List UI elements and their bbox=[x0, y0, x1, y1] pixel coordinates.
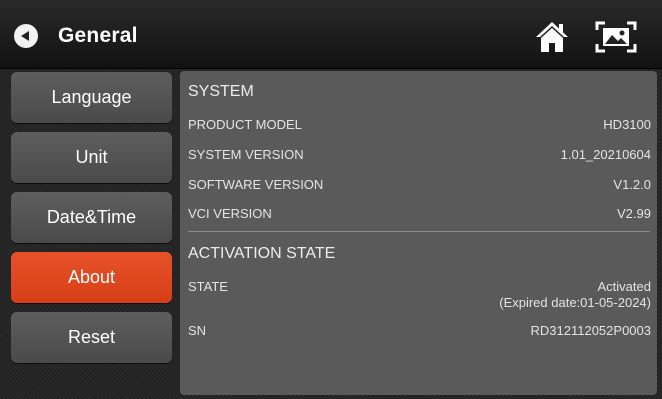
sidebar-item-date-time[interactable]: Date&Time bbox=[11, 192, 172, 243]
sidebar-item-label: Unit bbox=[75, 147, 108, 167]
system-version-label: SYSTEM VERSION bbox=[188, 147, 304, 162]
sidebar-item-unit[interactable]: Unit bbox=[11, 132, 172, 183]
back-arrow-icon[interactable] bbox=[14, 24, 38, 48]
sn-value: RD312112052P0003 bbox=[530, 323, 651, 338]
top-bar: General bbox=[0, 0, 662, 69]
section-divider bbox=[188, 231, 650, 232]
sidebar-item-label: About bbox=[67, 267, 116, 287]
screenshot-icon[interactable] bbox=[594, 20, 638, 54]
sidebar-item-reset[interactable]: Reset bbox=[11, 312, 172, 363]
home-icon[interactable] bbox=[534, 20, 570, 54]
vci-version-label: VCI VERSION bbox=[188, 206, 272, 221]
software-version-value: V1.2.0 bbox=[613, 177, 651, 192]
activation-section-title: ACTIVATION STATE bbox=[188, 245, 336, 262]
system-version-value: 1.01_20210604 bbox=[560, 147, 651, 162]
about-panel: SYSTEM PRODUCT MODEL HD3100 SYSTEM VERSI… bbox=[180, 71, 657, 395]
state-label: STATE bbox=[188, 279, 228, 294]
sn-label: SN bbox=[188, 323, 207, 338]
software-version-label: SOFTWARE VERSION bbox=[188, 177, 324, 192]
system-section-title: SYSTEM bbox=[188, 83, 254, 100]
page-title: General bbox=[58, 24, 138, 47]
state-expiry-date: (Expired date:01-05-2024) bbox=[499, 295, 651, 310]
product-model-value: HD3100 bbox=[603, 117, 651, 132]
product-model-label: PRODUCT MODEL bbox=[188, 117, 302, 132]
sidebar-item-label: Language bbox=[51, 87, 132, 107]
sidebar-item-label: Reset bbox=[67, 327, 116, 347]
sidebar-item-language[interactable]: Language bbox=[11, 72, 172, 123]
sidebar-item-about[interactable]: About bbox=[11, 252, 172, 303]
sidebar-item-label: Date&Time bbox=[46, 207, 137, 227]
state-value: Activated bbox=[597, 279, 651, 294]
vci-version-value: V2.99 bbox=[617, 206, 651, 221]
